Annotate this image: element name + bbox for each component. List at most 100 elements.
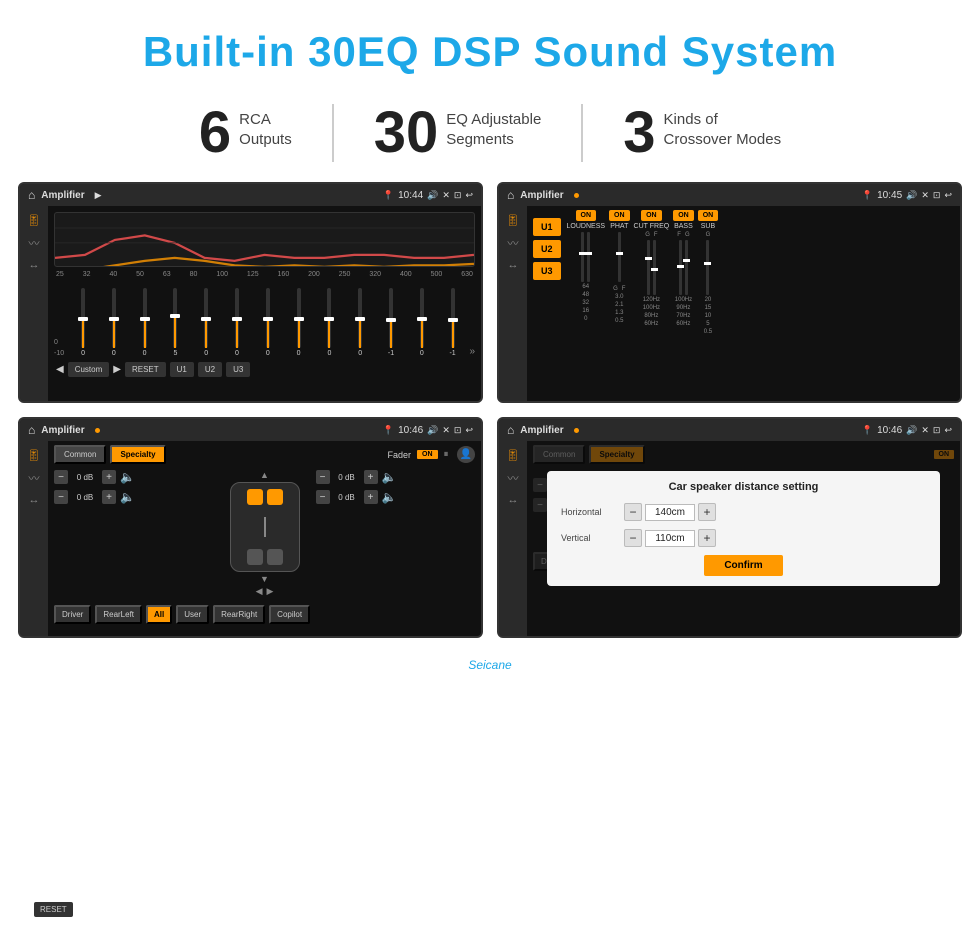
rearright-btn[interactable]: RearRight	[213, 605, 265, 624]
slider-5[interactable]: 0	[192, 288, 220, 357]
user-icon-3[interactable]: 👤	[457, 446, 475, 463]
vertical-plus[interactable]: +	[698, 529, 716, 547]
vertical-minus[interactable]: −	[624, 529, 642, 547]
arrows-icon[interactable]: ↔	[29, 259, 40, 271]
user-btn[interactable]: User	[176, 605, 209, 624]
rl-plus[interactable]: +	[102, 490, 116, 504]
prev-button[interactable]: ◀	[56, 364, 64, 375]
speaker-row-rl: − 0 dB + 🔈	[54, 490, 214, 504]
window-icon[interactable]: ⊡	[454, 190, 462, 201]
home-icon[interactable]: ⌂	[28, 188, 35, 202]
u1-button[interactable]: U1	[170, 362, 194, 377]
slider-8[interactable]: 0	[285, 288, 313, 357]
phat-on[interactable]: ON	[609, 210, 630, 221]
window-icon-4[interactable]: ⊡	[933, 425, 941, 436]
common-tab[interactable]: Common	[54, 445, 106, 464]
loudness-slider-2[interactable]	[587, 232, 590, 282]
wave-icon[interactable]: 〰	[29, 235, 40, 251]
volume-icon-3[interactable]: 🔊	[427, 425, 438, 436]
volume-icon[interactable]: 🔊	[427, 190, 438, 201]
play-icon[interactable]: ▶	[95, 190, 102, 201]
volume-icon-4[interactable]: 🔊	[906, 425, 917, 436]
sub-on[interactable]: ON	[698, 210, 719, 221]
home-icon-3[interactable]: ⌂	[28, 423, 35, 437]
eq-icon-2[interactable]: 🎚	[506, 214, 520, 227]
horizontal-minus[interactable]: −	[624, 503, 642, 521]
slider-12[interactable]: 0	[408, 288, 436, 357]
rear-left-seat	[247, 549, 263, 565]
all-btn[interactable]: All	[146, 605, 172, 624]
fl-minus[interactable]: −	[54, 470, 68, 484]
rr-plus[interactable]: +	[364, 490, 378, 504]
bass-on[interactable]: ON	[673, 210, 694, 221]
rl-minus[interactable]: −	[54, 490, 68, 504]
close-icon[interactable]: ✕	[442, 190, 450, 201]
back-icon[interactable]: ↩	[465, 190, 473, 201]
slider-11[interactable]: -1	[377, 288, 405, 357]
back-icon-4[interactable]: ↩	[944, 425, 952, 436]
slider-13[interactable]: -1	[439, 288, 467, 357]
arrows-icon-2[interactable]: ↔	[508, 259, 519, 271]
slider-2[interactable]: 0	[100, 288, 128, 357]
slider-7[interactable]: 0	[254, 288, 282, 357]
bass-slider-2[interactable]	[685, 240, 688, 295]
rr-minus[interactable]: −	[316, 490, 330, 504]
slider-10[interactable]: 0	[346, 288, 374, 357]
eq-sliders-area: 0 -10 0 0 0 5 0 0 0 0 0 0 -1	[54, 282, 475, 357]
fl-plus[interactable]: +	[102, 470, 116, 484]
slider-3[interactable]: 0	[131, 288, 159, 357]
window-icon-3[interactable]: ⊡	[454, 425, 462, 436]
volume-icon-2[interactable]: 🔊	[906, 190, 917, 201]
u3-select[interactable]: U3	[533, 262, 561, 280]
slider-9[interactable]: 0	[316, 288, 344, 357]
u2-button[interactable]: U2	[198, 362, 222, 377]
fr-minus[interactable]: −	[316, 470, 330, 484]
u1-select[interactable]: U1	[533, 218, 561, 236]
eq-icon-3[interactable]: 🎚	[27, 449, 41, 462]
next-button[interactable]: ▶	[113, 364, 121, 375]
fr-plus[interactable]: +	[364, 470, 378, 484]
loudness-slider-1[interactable]	[581, 232, 584, 282]
phat-slider-1[interactable]	[618, 232, 621, 282]
arrows-icon-4[interactable]: ↔	[508, 494, 519, 506]
custom-button[interactable]: Custom	[68, 362, 110, 377]
wave-icon-2[interactable]: 〰	[508, 235, 519, 251]
window-icon-2[interactable]: ⊡	[933, 190, 941, 201]
eq-icon-4[interactable]: 🎚	[506, 449, 520, 462]
slider-4[interactable]: 5	[162, 288, 190, 357]
horizontal-plus[interactable]: +	[698, 503, 716, 521]
rearleft-btn[interactable]: RearLeft	[95, 605, 142, 624]
speaker-fl: 🔈	[120, 470, 135, 484]
sub-slider-1[interactable]	[706, 240, 709, 295]
freq-250: 250	[339, 271, 351, 278]
expand-icon[interactable]: »	[469, 346, 475, 357]
loudness-on[interactable]: ON	[576, 210, 597, 221]
arrows-icon-3[interactable]: ↔	[29, 494, 40, 506]
reset-button[interactable]: RESET	[125, 362, 166, 377]
home-icon-2[interactable]: ⌂	[507, 188, 514, 202]
slider-6[interactable]: 0	[223, 288, 251, 357]
wave-icon-4[interactable]: 〰	[508, 470, 519, 486]
u2-select[interactable]: U2	[533, 240, 561, 258]
eq-icon[interactable]: 🎚	[27, 214, 41, 227]
confirm-button[interactable]: Confirm	[704, 555, 782, 576]
back-icon-3[interactable]: ↩	[465, 425, 473, 436]
wave-icon-3[interactable]: 〰	[29, 470, 40, 486]
cutfreq-slider-1[interactable]	[647, 240, 650, 295]
screen2-icons: 📍 10:45 🔊 ✕ ⊡ ↩	[862, 190, 952, 201]
bass-slider-1[interactable]	[679, 240, 682, 295]
back-icon-2[interactable]: ↩	[944, 190, 952, 201]
close-icon-3[interactable]: ✕	[442, 425, 450, 436]
on-badge-3[interactable]: ON	[417, 450, 438, 459]
specialty-tab[interactable]: Specialty	[110, 445, 165, 464]
cutfreq-slider-2[interactable]	[653, 240, 656, 295]
close-icon-4[interactable]: ✕	[921, 425, 929, 436]
u3-button[interactable]: U3	[226, 362, 250, 377]
status-dot-4	[574, 428, 579, 433]
driver-btn[interactable]: Driver	[54, 605, 91, 624]
home-icon-4[interactable]: ⌂	[507, 423, 514, 437]
close-icon-2[interactable]: ✕	[921, 190, 929, 201]
cutfreq-on[interactable]: ON	[641, 210, 662, 221]
copilot-btn[interactable]: Copilot	[269, 605, 310, 624]
slider-1[interactable]: 0	[69, 288, 97, 357]
